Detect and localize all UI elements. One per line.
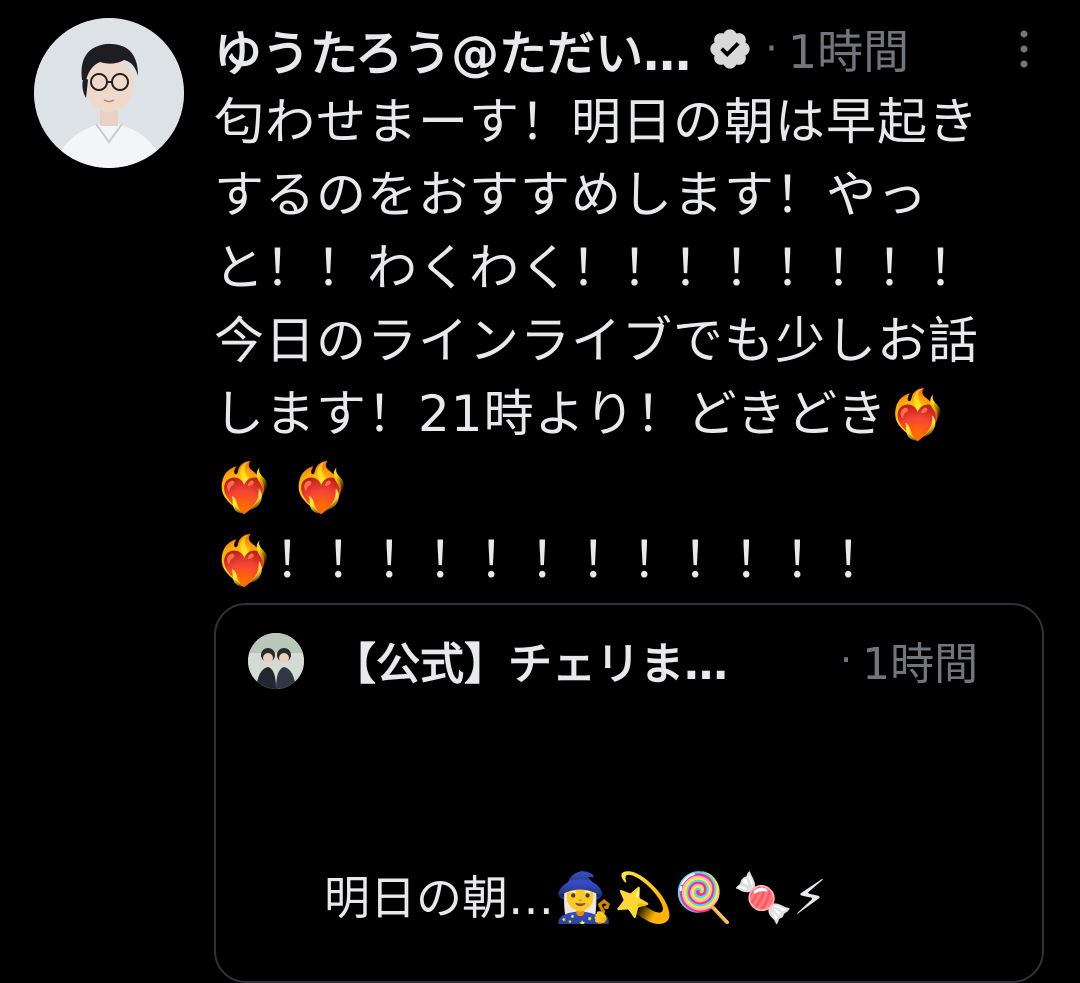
verified-badge-icon xyxy=(707,26,753,72)
tweet-text-line: ❤️‍🔥！！！！！！！！！！！！ xyxy=(214,524,1044,597)
separator-dot: · xyxy=(765,26,778,72)
quote-avatar[interactable] xyxy=(248,633,304,689)
quote-text: 明日の朝…🧙‍♀️💫🍭🍬⚡ xyxy=(324,863,827,933)
separator-dot: · xyxy=(840,638,853,682)
quote-text-segment: 明日の朝… xyxy=(324,871,554,925)
emoji-sequence: 🧙‍♀️💫🍭🍬⚡ xyxy=(554,870,827,926)
tweet[interactable]: ゆうたろう@ただい… · 1時間 匂わせまーす！明日の朝は早起き するのをおすす… xyxy=(0,0,1080,983)
tweet-header: ゆうたろう@ただい… · 1時間 xyxy=(214,16,1044,82)
heart-on-fire-icon: ❤️‍🔥 xyxy=(214,533,275,589)
tweet-body: 匂わせまーす！明日の朝は早起き するのをおすすめします！やっ と！！わくわく！！… xyxy=(214,86,1044,597)
quote-header: 【公式】チェリま… · 1時間 xyxy=(332,627,1022,693)
tweet-text-line: するのをおすすめします！やっ xyxy=(214,166,928,224)
quote-timestamp[interactable]: 1時間 xyxy=(862,628,978,692)
quoted-tweet-card[interactable]: 【公式】チェリま… · 1時間 明日の朝…🧙‍♀️💫🍭🍬⚡ xyxy=(214,603,1044,983)
avatar[interactable] xyxy=(34,18,184,168)
tweet-text-line: 今日のラインライブでも少しお話 xyxy=(214,312,979,370)
timestamp[interactable]: 1時間 xyxy=(788,16,909,82)
tweet-text-line: します！21時より！どきどき❤️‍🔥 xyxy=(214,378,1044,451)
display-name[interactable]: ゆうたろう@ただい… xyxy=(214,14,691,84)
tweet-text-line: 匂わせまーす！明日の朝は早起き xyxy=(214,93,979,151)
vertical-ellipsis-icon[interactable] xyxy=(1014,26,1034,72)
tweet-text-segment: ！！！！！！！！！！！！ xyxy=(274,531,887,589)
quote-display-name[interactable]: 【公式】チェリま… xyxy=(332,628,802,692)
tweet-text-segment: します！21時より！どきどき xyxy=(214,385,888,443)
heart-on-fire-icon: ❤️‍🔥 ❤️‍🔥 xyxy=(214,460,352,516)
heart-on-fire-icon: ❤️‍🔥 xyxy=(887,387,949,443)
tweet-text-line: ❤️‍🔥 ❤️‍🔥 xyxy=(214,451,1044,524)
tweet-text-line: と！！わくわく！！！！！！！！ xyxy=(214,239,979,297)
